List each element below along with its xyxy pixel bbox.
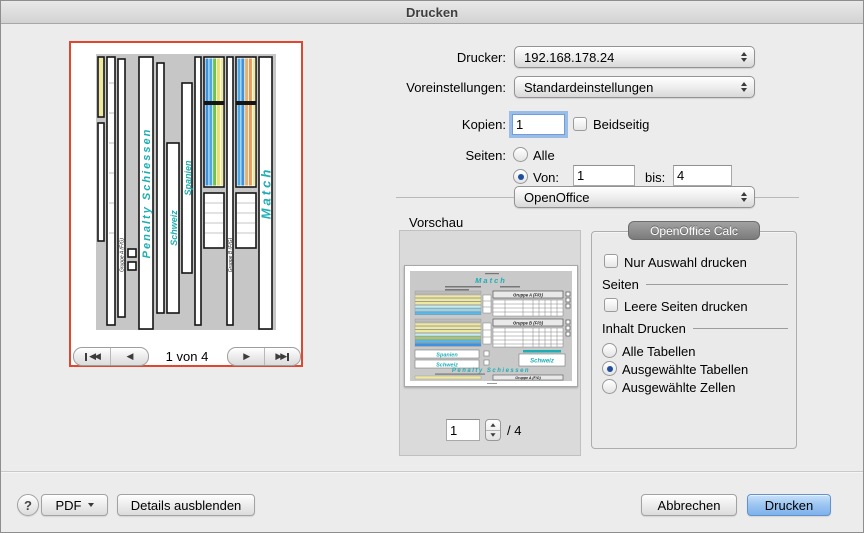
pages-from-input[interactable] (573, 165, 635, 186)
vorschau-title: Vorschau (409, 215, 463, 230)
doc-group-a-2: Gruppe A (F/G) (515, 376, 541, 380)
doc-subtitle-rotated: Penalty Schiessen (141, 128, 153, 259)
doc-group-b: Gruppe B (F/G) (513, 321, 544, 326)
doc-team-right-rotated: Schweiz (169, 210, 179, 246)
doc-team-right-b: Schweiz (530, 359, 554, 365)
pdf-menu-button[interactable]: PDF (41, 494, 108, 516)
vorschau-page-input[interactable] (446, 419, 480, 441)
pages-all-radio[interactable] (513, 147, 528, 162)
selected-tables-radio[interactable] (602, 361, 617, 376)
only-selection-checkbox[interactable] (604, 254, 618, 268)
page-number-mark (487, 383, 497, 384)
nav-back-group: ◀◀ ◀ (73, 347, 149, 366)
window-title: Drucken (406, 5, 458, 20)
first-page-button[interactable]: ◀◀ (74, 348, 110, 365)
hide-details-label: Details ausblenden (131, 498, 242, 513)
popup-arrows-icon (741, 192, 747, 202)
printer-popup[interactable]: 192.168.178.24 (514, 46, 755, 68)
vorschau-page: Match Gruppe A (F/G) Gruppe B (F/G) (404, 265, 578, 387)
last-page-bar-icon (287, 353, 289, 361)
copies-label: Kopien: (301, 117, 506, 132)
empty-pages-checkbox[interactable] (604, 298, 618, 312)
presets-popup-value: Standardeinstellungen (524, 80, 653, 95)
next-page-icon: ▶ (243, 351, 248, 362)
help-icon: ? (24, 498, 32, 513)
preview-pagination: ◀◀ ◀ 1 von 4 ▶ ▶▶ (71, 345, 301, 365)
pages-to-label: bis: (645, 170, 665, 185)
chevron-down-icon (88, 503, 94, 507)
doc-group-b-rotated: Gruppe B (F/G) (228, 237, 234, 272)
selected-cells-label: Ausgewählte Zellen (622, 380, 735, 395)
pages-from-radio[interactable] (513, 169, 528, 184)
pages-to-input[interactable] (673, 165, 732, 186)
document-preview-rotated: Penalty Schiessen Schweiz Spanien Match … (71, 43, 301, 346)
group-b-score-table (493, 328, 563, 347)
all-tables-radio[interactable] (602, 343, 617, 358)
next-page-button[interactable]: ▶ (228, 348, 264, 365)
app-options-popup[interactable]: OpenOffice (514, 186, 755, 208)
stepper-up-icon[interactable] (486, 420, 500, 431)
vorschau-total-pages: / 4 (507, 423, 521, 438)
footer-divider (1, 471, 863, 472)
pages-group-label: Seiten (602, 277, 639, 292)
pages-group-header: Seiten (602, 277, 788, 292)
popup-arrows-icon (741, 82, 747, 92)
last-page-button[interactable]: ▶▶ (264, 348, 301, 365)
content-group-label: Inhalt Drucken (602, 321, 686, 336)
previous-page-button[interactable]: ◀ (110, 348, 147, 365)
first-page-bar-icon (85, 353, 87, 361)
all-tables-label: Alle Tabellen (622, 344, 695, 359)
calc-group-title-tab: OpenOffice Calc (628, 221, 760, 240)
cancel-button[interactable]: Abbrechen (641, 494, 737, 516)
doc-team-left-rotated: Spanien (183, 160, 193, 196)
last-page-icon: ▶▶ (275, 351, 285, 362)
page-indicator: 1 von 4 (149, 349, 225, 364)
group-a-score-table (493, 300, 563, 316)
print-label: Drucken (765, 498, 813, 513)
presets-label: Voreinstellungen: (301, 80, 506, 95)
empty-pages-label: Leere Seiten drucken (624, 299, 748, 314)
first-page-icon: ◀◀ (89, 351, 99, 362)
copies-input[interactable] (512, 114, 565, 135)
printer-popup-value: 192.168.178.24 (524, 50, 614, 65)
doc-group-a: Gruppe A (F/G) (513, 293, 543, 298)
selected-cells-radio[interactable] (602, 379, 617, 394)
group-b-rows (415, 319, 481, 346)
duplex-label: Beidseitig (593, 117, 649, 132)
popup-arrows-icon (741, 52, 747, 62)
help-button[interactable]: ? (17, 494, 39, 516)
content-group-header: Inhalt Drucken (602, 321, 788, 336)
only-selection-label: Nur Auswahl drucken (624, 255, 747, 270)
titlebar: Drucken (1, 1, 863, 24)
doc-subtitle: Penalty Schiessen (452, 368, 530, 374)
group-divider-line (646, 284, 788, 285)
pages-from-label: Von: (533, 170, 559, 185)
doc-group-a-rotated: Gruppe A (F/G) (120, 238, 126, 272)
document-preview: Match Gruppe A (F/G) Gruppe B (F/G) (405, 266, 577, 386)
hide-details-button[interactable]: Details ausblenden (117, 494, 255, 516)
presets-popup[interactable]: Standardeinstellungen (514, 76, 755, 98)
previous-page-icon: ◀ (127, 351, 132, 362)
stepper-down-icon[interactable] (486, 431, 500, 441)
selected-tables-label: Ausgewählte Tabellen (622, 362, 748, 377)
teal-strip (523, 350, 561, 353)
group-divider-line (693, 328, 788, 329)
duplex-checkbox[interactable] (573, 117, 587, 131)
pdf-button-label: PDF (56, 498, 82, 513)
printer-label: Drucker: (301, 50, 506, 65)
app-options-popup-value: OpenOffice (524, 190, 590, 205)
doc-title: Match (475, 276, 507, 285)
vorschau-page-stepper[interactable] (485, 419, 501, 441)
calc-group-title: OpenOffice Calc (650, 224, 738, 238)
pages-all-label: Alle (533, 148, 555, 163)
cancel-label: Abbrechen (658, 498, 721, 513)
doc-title-rotated: Match (259, 167, 274, 220)
page-preview-panel: Penalty Schiessen Schweiz Spanien Match … (69, 41, 303, 367)
doc-team-left: Spanien (436, 353, 458, 359)
print-button[interactable]: Drucken (747, 494, 831, 516)
print-dialog: Drucken (0, 0, 864, 533)
pages-label: Seiten: (301, 148, 506, 163)
nav-forward-group: ▶ ▶▶ (227, 347, 301, 366)
